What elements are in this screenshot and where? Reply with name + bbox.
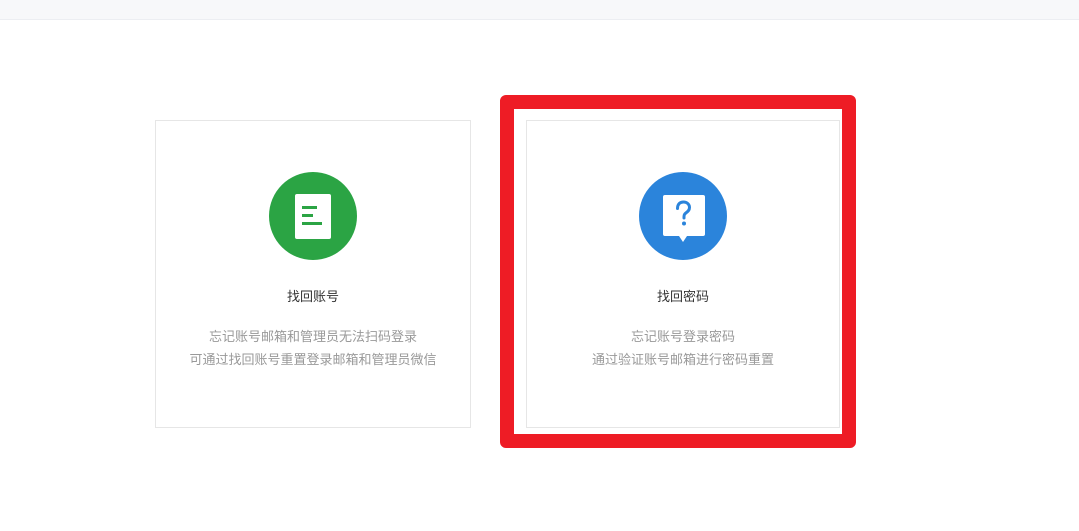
recover-account-card[interactable]: 找回账号 忘记账号邮箱和管理员无法扫码登录 可通过找回账号重置登录邮箱和管理员微… (155, 120, 471, 428)
recover-account-desc-line-2: 可通过找回账号重置登录邮箱和管理员微信 (189, 353, 437, 368)
recover-password-desc-line-1: 忘记账号登录密码 (630, 330, 735, 345)
recover-password-card[interactable]: 找回密码 忘记账号登录密码 通过验证账号邮箱进行密码重置 (526, 120, 840, 428)
document-icon (269, 172, 357, 260)
question-bubble-icon (639, 172, 727, 260)
recover-password-description: 忘记账号登录密码 通过验证账号邮箱进行密码重置 (527, 326, 839, 372)
recover-account-title: 找回账号 (286, 290, 339, 305)
recover-password-icon-wrapper (639, 172, 727, 260)
recover-account-description: 忘记账号邮箱和管理员无法扫码登录 可通过找回账号重置登录邮箱和管理员微信 (156, 326, 470, 372)
recover-password-desc-line-2: 通过验证账号邮箱进行密码重置 (591, 353, 774, 368)
recover-password-title: 找回密码 (656, 290, 709, 305)
recover-account-desc-line-1: 忘记账号邮箱和管理员无法扫码登录 (208, 330, 417, 345)
top-bar (0, 0, 1079, 20)
recover-account-icon-wrapper (269, 172, 357, 260)
